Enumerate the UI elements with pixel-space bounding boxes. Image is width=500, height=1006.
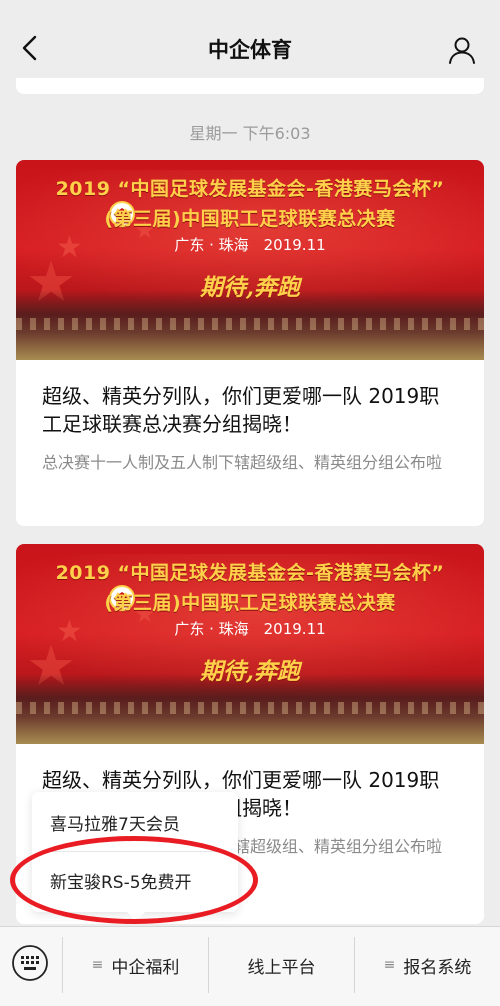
article-card[interactable]: ★ ★ ★ 2019 “中国足球发展基金会-香港赛马会杯” (第三届)中国职工足…: [16, 160, 484, 526]
banner-event-subtitle: (第三届)中国职工足球联赛总决赛: [104, 592, 396, 614]
banner-event-title: 2019 “中国足球发展基金会-香港赛马会杯”: [55, 178, 445, 200]
previous-card-edge: [16, 78, 484, 94]
page-title: 中企体育: [208, 38, 292, 62]
submenu-item-ximalaya[interactable]: 喜马拉雅7天会员: [32, 794, 238, 850]
article-banner-image: ★ ★ ★ 2019 “中国足球发展基金会-香港赛马会杯” (第三届)中国职工足…: [16, 544, 484, 744]
menu-tab-label: 报名系统: [403, 957, 472, 978]
keyboard-toggle-button[interactable]: [10, 943, 50, 983]
person-icon: [449, 37, 475, 64]
banner-slogan: 期待,奔跑: [199, 274, 300, 301]
stadium-lights: [16, 702, 484, 714]
article-description: 总决赛十一人制及五人制下辖超级组、精英组分组公布啦: [42, 453, 443, 472]
banner-location-date: 广东 · 珠海 2019.11: [174, 620, 326, 638]
menu-tab-label: 线上平台: [247, 957, 316, 978]
stadium-lights: [16, 318, 484, 330]
submenu-item-baojun[interactable]: 新宝骏RS-5免费开: [32, 852, 238, 908]
message-timestamp: 星期一 下午6:03: [189, 124, 311, 143]
profile-button[interactable]: [442, 30, 482, 70]
banner-event-title: 2019 “中国足球发展基金会-香港赛马会杯”: [55, 562, 445, 584]
bottom-menu-bar: ≡ 中企福利 线上平台 ≡ 报名系统: [0, 926, 500, 1006]
banner-location-date: 广东 · 珠海 2019.11: [174, 236, 326, 254]
menu-tab-online-platform[interactable]: 线上平台: [209, 927, 354, 1003]
menu-lines-icon: ≡: [383, 957, 396, 973]
menu-lines-icon: ≡: [91, 957, 104, 973]
keyboard-icon: [12, 945, 48, 981]
submenu-pointer: [127, 912, 145, 921]
article-banner-image: ★ ★ ★ 2019 “中国足球发展基金会-香港赛马会杯” (第三届)中国职工足…: [16, 160, 484, 360]
menu-tab-welfare[interactable]: ≡ 中企福利: [63, 927, 208, 1003]
menu-tab-registration[interactable]: ≡ 报名系统: [355, 927, 500, 1003]
top-nav-bar: 中企体育: [0, 0, 500, 96]
menu-tab-label: 中企福利: [111, 957, 180, 978]
article-title[interactable]: 超级、精英分列队，你们更爱哪一队 2019职工足球联赛总决赛分组揭晓！: [42, 382, 458, 438]
banner-slogan: 期待,奔跑: [199, 658, 300, 685]
banner-event-subtitle: (第三届)中国职工足球联赛总决赛: [104, 208, 396, 230]
submenu-popup: 喜马拉雅7天会员 新宝骏RS-5免费开: [32, 792, 238, 921]
